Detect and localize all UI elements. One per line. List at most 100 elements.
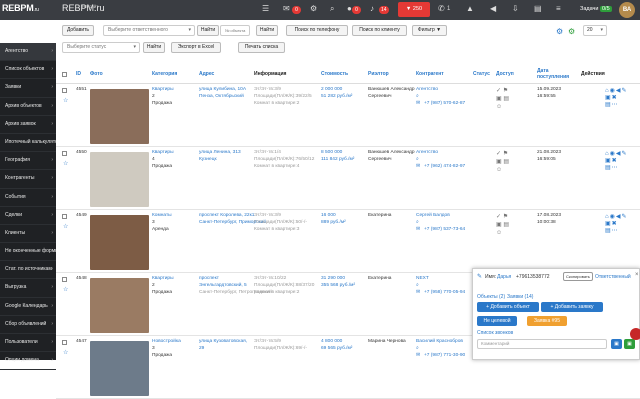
search-icon[interactable]: ⌕ [416,345,419,352]
category-text[interactable]: 2 [152,282,155,289]
sidebar-item[interactable]: Клиенты › [0,225,56,244]
address-text[interactable]: улица Кулибина, 10А [199,86,246,93]
sidebar-item[interactable]: Заявки › [0,79,56,98]
sidebar-item[interactable]: Пользователи › [0,334,56,353]
col-access[interactable]: Доступ [496,71,514,77]
save-green-icon[interactable]: ▣ [624,339,635,349]
site-link[interactable]: На сайт [82,4,98,9]
client-name[interactable]: Дарья [497,274,511,280]
category-text[interactable]: Аренда [152,226,169,233]
category-text[interactable]: 3 [152,345,155,352]
category-text[interactable]: Новостройка [152,338,181,345]
mail-icon[interactable]: ✉ [416,163,420,170]
responsible-link[interactable]: Ответственный [595,274,631,280]
sidebar-item[interactable]: Архив заявок › [0,116,56,134]
objects-link[interactable]: Объекты (2) [477,294,505,300]
list-icon[interactable]: ☰ [262,5,269,13]
menu-icon[interactable]: ≡ [556,5,561,13]
address-text[interactable]: улица Кузоватовская, [199,338,247,345]
mail-icon[interactable]: ✉ [416,352,420,359]
contractor-name[interactable]: Агентство [416,149,438,156]
table-row[interactable]: 4549 ☆ Комнаты 3 Аренда проспект Королева, 22… [56,210,640,273]
search-by-client-button[interactable]: Поиск по клиенту [352,25,407,36]
contractor-name[interactable]: NEXT [416,275,429,282]
category-text[interactable]: Продажа [152,100,172,107]
col-price[interactable]: Стоимость [321,71,348,77]
col-id[interactable]: ID [76,71,81,77]
sidebar-item[interactable]: Опции домена › [0,352,56,371]
row-checkbox[interactable] [62,88,67,93]
filter-button[interactable]: Фильтр ▼ [412,25,447,36]
search-icon[interactable]: ⌕ [416,93,419,100]
search-icon[interactable]: ⌕ [330,5,334,13]
select-all-checkbox[interactable] [62,72,67,77]
star-icon[interactable]: ☆ [63,286,68,293]
contractor-phone[interactable]: +7 (987) 570-62-87 [424,100,465,107]
col-category[interactable]: Категория [152,71,177,77]
contractor-phone[interactable]: +7 (987) 537-73-64 [424,226,465,233]
calls-list-link[interactable]: Список звонков [477,330,513,336]
object-photo[interactable] [90,341,149,396]
print-list-button[interactable]: Печать списка [238,42,285,53]
edit-icon[interactable]: ✎ [477,273,482,280]
star-icon[interactable]: ☆ [63,349,68,356]
sidebar-item[interactable]: Стат. по источникам › [0,261,56,280]
object-photo[interactable] [90,152,149,207]
address-text[interactable]: улица Ленина, 313 [199,149,241,156]
star-icon[interactable]: ☆ [63,160,68,167]
category-text[interactable]: 4 [152,156,155,163]
sidebar-item[interactable]: Сбор объявлений › [0,316,56,334]
sidebar-item[interactable]: Не оконченные формы › [0,243,56,262]
mail-icon[interactable]: ✉ [416,226,420,233]
address-text[interactable]: Кузнецк [199,156,217,163]
search-icon[interactable]: ⌕ [416,219,419,226]
object-number-input[interactable]: № объекта [220,25,250,36]
address-text[interactable]: проспект [199,275,219,282]
category-text[interactable]: Продажа [152,289,172,296]
sidebar-item[interactable]: События › [0,189,56,207]
download-icon[interactable]: ⇩ [512,5,519,13]
mail-icon[interactable]: ✉ [283,5,290,13]
chat-icon[interactable] [630,328,640,340]
add-object-button[interactable]: + Добавить объект [477,302,539,312]
logo[interactable]: REBPM.ru [2,3,39,13]
comment-input[interactable]: Комментарий [477,339,607,349]
address-text[interactable]: Пенза, Октябрьский [199,93,244,100]
table-row[interactable]: 4551 ☆ Квартиры 2 Продажа улица Кулибина, 10А… [56,84,640,147]
address-text[interactable]: 29 [199,345,204,352]
sidebar-item[interactable]: Google Календарь › [0,298,56,316]
col-contractor[interactable]: Контрагент [416,71,444,77]
star-icon[interactable]: ☆ [63,97,68,104]
row-checkbox[interactable] [62,340,67,345]
row-checkbox[interactable] [62,214,67,219]
mail-icon[interactable]: ✉ [416,100,420,107]
category-text[interactable]: 2 [152,93,155,100]
sidebar-item[interactable]: Контрагенты › [0,170,56,189]
contractor-phone[interactable]: +7 (987) 771-30-90 [424,352,465,359]
sidebar-item[interactable]: Архив объектов › [0,98,56,116]
phone-icon[interactable]: ✆ [438,5,445,13]
row-checkbox[interactable] [62,277,67,282]
per-page-select[interactable]: 20 ▾ [583,25,607,36]
address-text[interactable]: Энгельгардтовский, 5 [199,282,247,289]
sidebar-item[interactable]: Ипотечный калькулятор › [0,134,56,153]
sidebar-item[interactable]: Сделки › [0,207,56,225]
row-actions[interactable]: ⌂◉◀✎▣✖▤⋯ [605,87,628,108]
row-checkbox[interactable] [62,151,67,156]
graduation-icon[interactable]: ▲ [466,5,474,13]
request-badge[interactable]: Заявка #95 [527,316,567,326]
close-icon[interactable]: × [635,272,639,278]
category-text[interactable]: Квартиры [152,149,174,156]
columns-icon[interactable]: ⚙ [568,27,575,36]
gear-icon[interactable]: ⚙ [310,5,317,13]
sidebar-item[interactable]: География › [0,152,56,171]
table-row[interactable]: 4550 ☆ Квартиры 4 Продажа улица Ленина, 313 Ку… [56,147,640,210]
object-photo[interactable] [90,215,149,270]
tasks[interactable]: Задачи 0/5 [580,6,612,12]
col-realtor[interactable]: Риэлтор [368,71,389,77]
copy-button[interactable]: Скопировать [563,272,593,281]
search-icon[interactable]: ⌕ [416,282,419,289]
responsible-select[interactable]: Выберите ответственного ▾ [103,25,195,36]
megaphone-icon[interactable]: ◀ [490,5,496,13]
search-by-phone-button[interactable]: Поиск по телефону [286,25,348,36]
